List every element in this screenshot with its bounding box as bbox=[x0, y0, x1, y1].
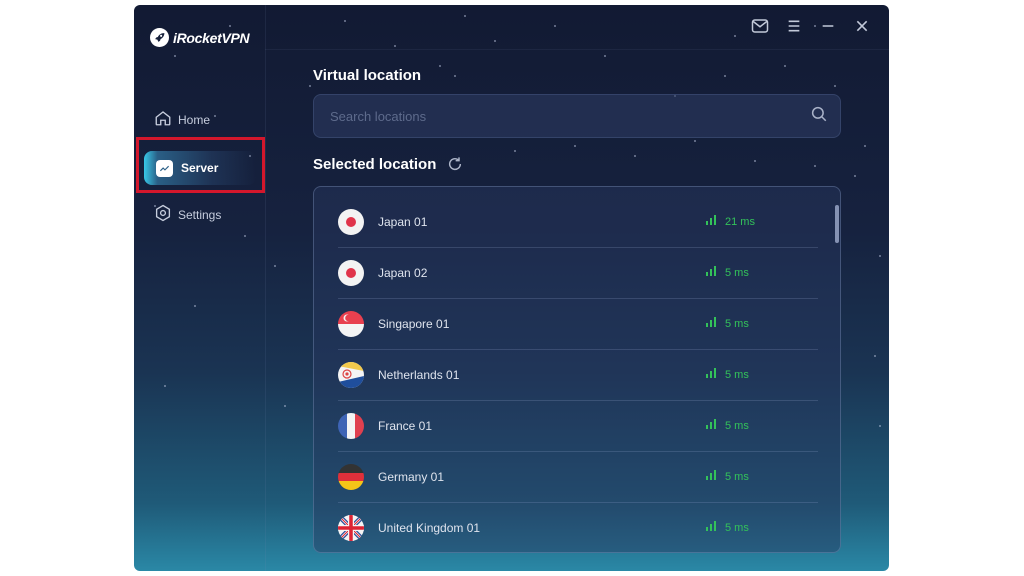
ping-indicator: 5 ms bbox=[706, 317, 818, 330]
refresh-icon[interactable] bbox=[447, 156, 463, 172]
sidebar-item-label: Home bbox=[178, 112, 211, 127]
home-icon bbox=[154, 109, 172, 130]
app-name: iRocketVPN bbox=[173, 29, 250, 46]
star-dot bbox=[724, 75, 726, 77]
star-dot bbox=[274, 265, 276, 267]
star-dot bbox=[634, 155, 636, 157]
minimize-icon[interactable] bbox=[819, 17, 837, 35]
star-dot bbox=[754, 160, 756, 162]
star-dot bbox=[514, 150, 516, 152]
search-input[interactable] bbox=[328, 107, 810, 125]
scrollbar[interactable] bbox=[835, 205, 839, 243]
ping-indicator: 5 ms bbox=[706, 419, 818, 432]
location-name: Japan 01 bbox=[378, 214, 428, 229]
star-dot bbox=[879, 425, 881, 427]
signal-icon bbox=[706, 266, 717, 279]
app-logo: iRocketVPN bbox=[150, 28, 250, 47]
flag-jp-icon bbox=[338, 208, 364, 235]
ping-value: 5 ms bbox=[725, 266, 749, 279]
ping-value: 5 ms bbox=[725, 419, 749, 432]
location-row[interactable]: Singapore 01 5 ms bbox=[338, 298, 818, 350]
star-dot bbox=[554, 25, 556, 27]
sidebar-item-settings[interactable]: Settings bbox=[154, 204, 221, 225]
mail-icon[interactable] bbox=[751, 17, 769, 35]
sidebar-item-label: Settings bbox=[178, 207, 222, 222]
ping-value: 21 ms bbox=[725, 215, 755, 228]
star-dot bbox=[854, 175, 856, 177]
signal-icon bbox=[706, 368, 717, 381]
selected-location-title: Selected location bbox=[313, 156, 437, 173]
sidebar-item-server[interactable]: Server bbox=[144, 151, 256, 185]
flag-sg-icon bbox=[338, 310, 364, 337]
location-name: Germany 01 bbox=[378, 469, 445, 484]
star-dot bbox=[694, 140, 696, 142]
flag-nl-icon bbox=[338, 361, 364, 388]
star-dot bbox=[494, 40, 496, 42]
virtual-location-title: Virtual location bbox=[313, 67, 422, 84]
location-name: France 01 bbox=[378, 418, 433, 433]
ping-indicator: 5 ms bbox=[706, 470, 818, 483]
star-dot bbox=[309, 85, 311, 87]
sidebar-item-home[interactable]: Home bbox=[154, 109, 210, 130]
location-row[interactable]: Japan 01 21 ms bbox=[338, 196, 818, 248]
ping-indicator: 5 ms bbox=[706, 368, 818, 381]
app-window: iRocketVPN Home Server Settings Virtual … bbox=[134, 5, 889, 571]
flag-jp-icon bbox=[338, 259, 364, 286]
gear-icon bbox=[154, 204, 172, 225]
ping-indicator: 21 ms bbox=[706, 215, 818, 228]
star-dot bbox=[874, 355, 876, 357]
menu-icon[interactable] bbox=[785, 17, 803, 35]
location-row[interactable]: Netherlands 01 5 ms bbox=[338, 349, 818, 401]
star-dot bbox=[464, 15, 466, 17]
ping-value: 5 ms bbox=[725, 470, 749, 483]
ping-value: 5 ms bbox=[725, 368, 749, 381]
location-row[interactable]: France 01 5 ms bbox=[338, 400, 818, 452]
star-dot bbox=[394, 45, 396, 47]
ping-value: 5 ms bbox=[725, 521, 749, 534]
signal-icon bbox=[706, 521, 717, 534]
close-icon[interactable] bbox=[853, 17, 871, 35]
star-dot bbox=[344, 20, 346, 22]
location-row[interactable]: Germany 01 5 ms bbox=[338, 451, 818, 503]
chart-icon bbox=[156, 159, 173, 177]
signal-icon bbox=[706, 215, 717, 228]
signal-icon bbox=[706, 470, 717, 483]
signal-icon bbox=[706, 317, 717, 330]
location-name: Singapore 01 bbox=[378, 316, 450, 331]
ping-indicator: 5 ms bbox=[706, 266, 818, 279]
star-dot bbox=[574, 145, 576, 147]
rocket-icon bbox=[150, 28, 169, 47]
star-dot bbox=[454, 75, 456, 77]
star-dot bbox=[734, 35, 736, 37]
location-name: United Kingdom 01 bbox=[378, 520, 481, 535]
location-name: Netherlands 01 bbox=[378, 367, 460, 382]
ping-value: 5 ms bbox=[725, 317, 749, 330]
header-divider bbox=[265, 49, 889, 50]
star-dot bbox=[814, 165, 816, 167]
titlebar-controls bbox=[751, 17, 871, 35]
sidebar: iRocketVPN Home Server Settings bbox=[134, 5, 266, 571]
sidebar-item-label: Server bbox=[181, 161, 219, 175]
flag-de-icon bbox=[338, 463, 364, 490]
location-row[interactable]: United Kingdom 01 5 ms bbox=[338, 502, 818, 552]
signal-icon bbox=[706, 419, 717, 432]
location-name: Japan 02 bbox=[378, 265, 428, 280]
star-dot bbox=[439, 65, 441, 67]
search-box[interactable] bbox=[313, 94, 841, 138]
flag-gb-icon bbox=[338, 514, 364, 541]
star-dot bbox=[879, 255, 881, 257]
star-dot bbox=[284, 405, 286, 407]
search-icon[interactable] bbox=[810, 105, 828, 128]
ping-indicator: 5 ms bbox=[706, 521, 818, 534]
star-dot bbox=[864, 145, 866, 147]
location-row[interactable]: Japan 02 5 ms bbox=[338, 247, 818, 299]
location-list: Japan 01 21 ms Japan 02 5 ms Singapore 01 5 m… bbox=[313, 186, 841, 553]
star-dot bbox=[834, 85, 836, 87]
star-dot bbox=[604, 55, 606, 57]
flag-fr-icon bbox=[338, 412, 364, 439]
star-dot bbox=[784, 65, 786, 67]
